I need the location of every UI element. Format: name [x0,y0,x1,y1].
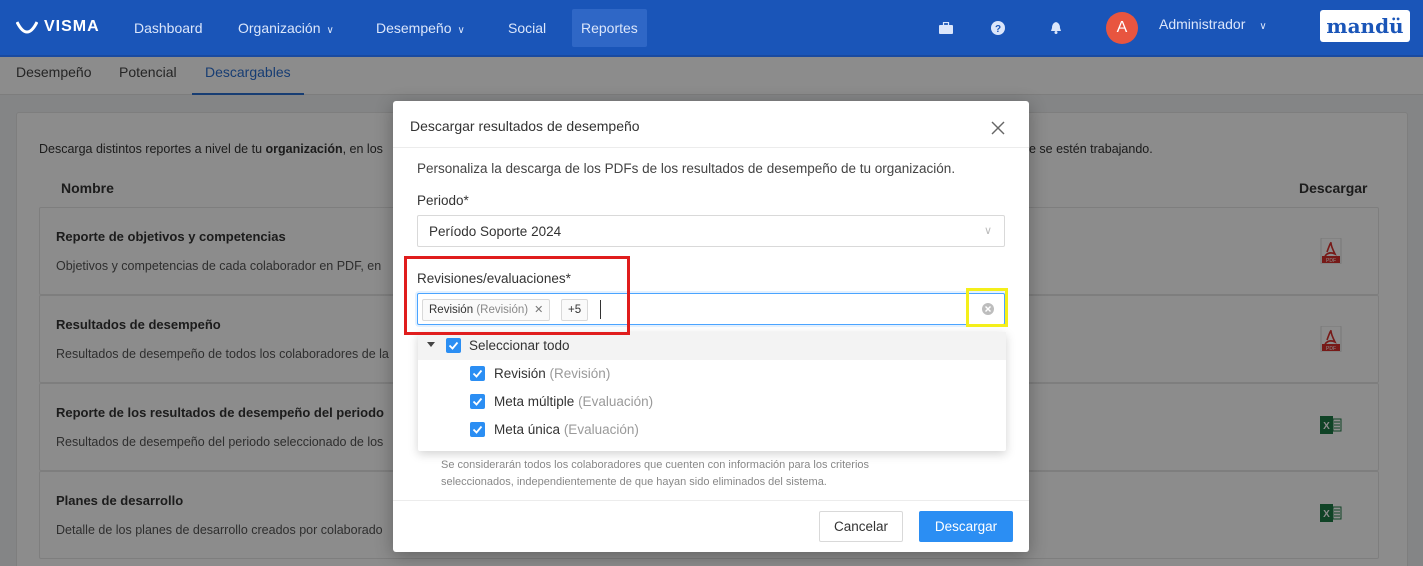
reviews-dropdown: Seleccionar todo Revisión (Revisión) Met… [418,332,1006,451]
period-label: Periodo* [417,193,469,208]
chevron-down-icon: ∨ [984,225,993,237]
highlight-box-red [404,256,630,335]
divider [393,147,1029,148]
select-all-option[interactable]: Seleccionar todo [418,332,1006,360]
top-navbar: VISMA Dashboard Organización ∨ Desempeño ∨… [0,0,1423,57]
nav-organizacion-label: Organización [238,20,321,36]
option-type: (Evaluación) [578,394,654,409]
nav-reportes-label: Reportes [581,20,638,36]
checkbox-checked[interactable] [470,422,485,437]
svg-text:?: ? [995,24,1001,35]
modal-description: Personaliza la descarga de los PDFs de l… [417,161,956,176]
close-icon[interactable] [991,121,1005,135]
review-option[interactable]: Meta única (Evaluación) [418,416,1006,444]
nav-social-label: Social [508,20,547,36]
nav-desempeno[interactable]: Desempeño ∨ [376,0,465,57]
visma-logo[interactable]: VISMA [16,18,100,36]
user-menu[interactable]: Administrador ∨ [1159,0,1267,51]
option-type: (Revisión) [549,366,611,381]
nav-desempeno-label: Desempeño [376,20,452,36]
visma-logo-icon [16,21,38,34]
cancel-button[interactable]: Cancelar [819,511,903,542]
checkbox-checked[interactable] [470,394,485,409]
nav-organizacion[interactable]: Organización ∨ [238,0,334,57]
mandu-logo: mandü [1320,10,1410,42]
divider [393,500,1029,501]
nav-social[interactable]: Social [508,0,546,57]
help-icon[interactable]: ? [990,20,1006,36]
highlight-box-yellow [966,288,1008,327]
download-button[interactable]: Descargar [919,511,1013,542]
logo-text: VISMA [44,18,100,35]
period-select[interactable]: Período Soporte 2024 ∨ [417,215,1005,247]
nav-dashboard-label: Dashboard [134,20,203,36]
option-name: Revisión [494,366,546,381]
briefcase-icon[interactable] [938,20,954,36]
avatar[interactable]: A [1106,12,1138,44]
checkbox-checked[interactable] [446,338,461,353]
option-type: (Evaluación) [563,422,639,437]
select-all-label: Seleccionar todo [469,338,570,353]
option-label: Meta única (Evaluación) [494,422,639,437]
chevron-down-icon: ∨ [326,25,334,36]
bell-icon[interactable] [1048,20,1064,36]
review-option[interactable]: Meta múltiple (Evaluación) [418,388,1006,416]
user-name: Administrador [1159,16,1246,32]
period-value: Período Soporte 2024 [429,224,562,239]
nav-dashboard[interactable]: Dashboard [134,0,203,57]
chevron-down-icon: ∨ [457,25,465,36]
footnote: Se considerarán todos los colaboradores … [441,459,870,488]
option-name: Meta múltiple [494,394,575,409]
chevron-down-icon: ∨ [1259,21,1267,32]
caret-down-icon[interactable] [427,342,435,347]
option-name: Meta única [494,422,561,437]
modal-title: Descargar resultados de desempeño [410,118,640,134]
option-label: Meta múltiple (Evaluación) [494,394,653,409]
review-option[interactable]: Revisión (Revisión) [418,360,1006,388]
option-label: Revisión (Revisión) [494,366,610,381]
checkbox-checked[interactable] [470,366,485,381]
nav-reportes[interactable]: Reportes [572,9,647,47]
